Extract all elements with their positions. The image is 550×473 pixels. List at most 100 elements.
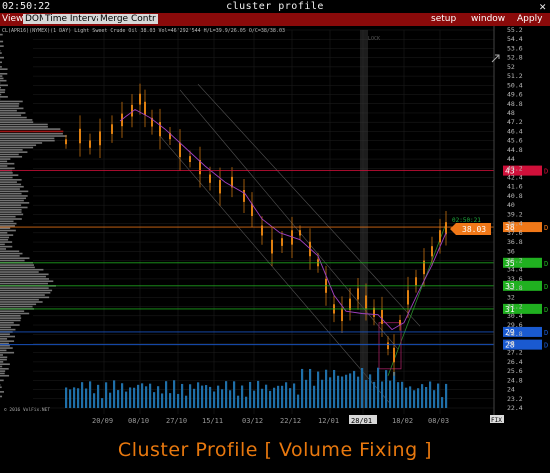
profile-bar	[0, 289, 53, 292]
fix-button[interactable]: FIX	[490, 415, 504, 424]
profile-bar	[0, 298, 39, 301]
price-tick: 38.4	[507, 220, 523, 228]
profile-bar	[0, 215, 16, 218]
profile-bar	[0, 61, 3, 64]
level-flag[interactable]: D	[544, 283, 548, 291]
candle-body	[445, 222, 447, 235]
volume-bar	[101, 398, 104, 408]
candle-body	[131, 104, 133, 117]
volume-bar	[297, 394, 300, 408]
price-tick: 24.8	[507, 376, 523, 384]
price-tick: 47.2	[507, 118, 523, 126]
price-tick: 45.6	[507, 137, 523, 145]
profile-bar	[0, 139, 55, 142]
profile-bar	[0, 100, 23, 103]
profile-bar	[0, 211, 22, 213]
scroll-arrow-icon[interactable]	[491, 54, 500, 63]
profile-bar	[0, 227, 11, 230]
profile-bar	[0, 294, 45, 296]
price-tick: 52.8	[507, 54, 523, 62]
price-tick: 22.4	[507, 404, 523, 412]
volume-bar	[385, 370, 388, 408]
chart-area[interactable]: 43 D 38 D 35 D 33 D 31 D 29 D 28 D 55.2 54.4 53.6 52.8 52…	[0, 26, 550, 428]
menu-setup[interactable]: setup	[431, 14, 456, 24]
date-tick: 27/10	[166, 417, 187, 425]
profile-bar	[0, 222, 17, 225]
candle-body	[209, 174, 211, 183]
price-chart[interactable]: 43 D38 D35 D33 D31 D29 D28 D 55.254.453.652.852…	[0, 26, 550, 428]
volume-bar	[85, 388, 88, 408]
profile-bar	[0, 142, 43, 144]
volume-bar	[81, 382, 84, 408]
profile-bar	[0, 220, 14, 223]
price-tick: 55.2	[507, 26, 523, 34]
level-flag[interactable]: D	[544, 306, 548, 314]
price-tick: 33.6	[507, 275, 523, 283]
price-tick: 35.2	[507, 256, 523, 264]
volume-bar	[321, 379, 324, 408]
volume-bar	[301, 368, 304, 408]
price-tick: 52	[507, 63, 515, 71]
volume-bar	[389, 380, 392, 408]
volume-bar	[113, 380, 116, 408]
price-tick: 54.4	[507, 35, 523, 43]
profile-bar	[0, 340, 15, 342]
price-tick: 29.6	[507, 321, 523, 329]
level-flag[interactable]: D	[544, 224, 548, 232]
price-tick: 23.2	[507, 395, 523, 403]
profile-bar	[0, 52, 2, 54]
profile-bar	[0, 40, 4, 43]
profile-bar	[0, 204, 22, 206]
profile-bar	[0, 365, 3, 368]
close-icon[interactable]: ✕	[539, 0, 546, 13]
candle-body	[189, 156, 191, 163]
volume-bar	[345, 374, 348, 408]
profile-bar	[0, 123, 48, 126]
profile-bar	[0, 264, 34, 266]
profile-bar	[0, 356, 8, 359]
candle-body	[219, 180, 221, 194]
profile-bar	[0, 310, 25, 312]
candle-body	[299, 230, 301, 236]
lock-marker: LOCK	[368, 36, 380, 42]
profile-bar	[0, 232, 8, 234]
volume-bar	[245, 396, 248, 408]
level-flag[interactable]: D	[544, 168, 548, 176]
volume-bar	[157, 386, 160, 408]
profile-bar	[0, 179, 22, 181]
candle-body	[281, 238, 283, 246]
price-tick: 32	[507, 293, 515, 301]
volume-bar	[69, 389, 72, 408]
price-tick: 28.8	[507, 330, 523, 338]
volume-bar	[317, 371, 320, 408]
volume-bar	[425, 387, 428, 408]
price-tick: 37.6	[507, 229, 523, 237]
fix-label: FIX	[491, 417, 502, 424]
price-tick: 26.4	[507, 358, 523, 366]
tab-merge-contracts[interactable]: Merge Contr	[98, 14, 158, 24]
profile-bar	[0, 126, 48, 128]
profile-bar	[0, 252, 23, 255]
candle-body	[99, 131, 101, 146]
profile-bar	[0, 370, 6, 372]
profile-bar	[0, 190, 29, 193]
volume-bar	[421, 384, 424, 408]
level-flag[interactable]: D	[544, 260, 548, 268]
profile-bar	[0, 368, 9, 370]
price-tick: 28	[507, 339, 515, 347]
date-tick: 08/10	[128, 417, 149, 425]
volume-bar	[381, 381, 384, 408]
tab-time-interval[interactable]: Time Interval	[43, 14, 107, 24]
profile-bar	[0, 363, 10, 366]
apply-button[interactable]: Apply	[517, 14, 542, 24]
profile-bar	[0, 255, 20, 257]
volume-bar	[441, 397, 444, 408]
level-flag[interactable]: D	[544, 329, 548, 337]
menu-window[interactable]: window	[471, 14, 505, 24]
profile-bar	[0, 275, 46, 278]
profile-bar	[0, 199, 24, 202]
level-flag[interactable]: D	[544, 342, 548, 350]
profile-bar	[0, 351, 15, 354]
volume-bar	[413, 390, 416, 408]
menu-view[interactable]: View	[2, 14, 23, 24]
